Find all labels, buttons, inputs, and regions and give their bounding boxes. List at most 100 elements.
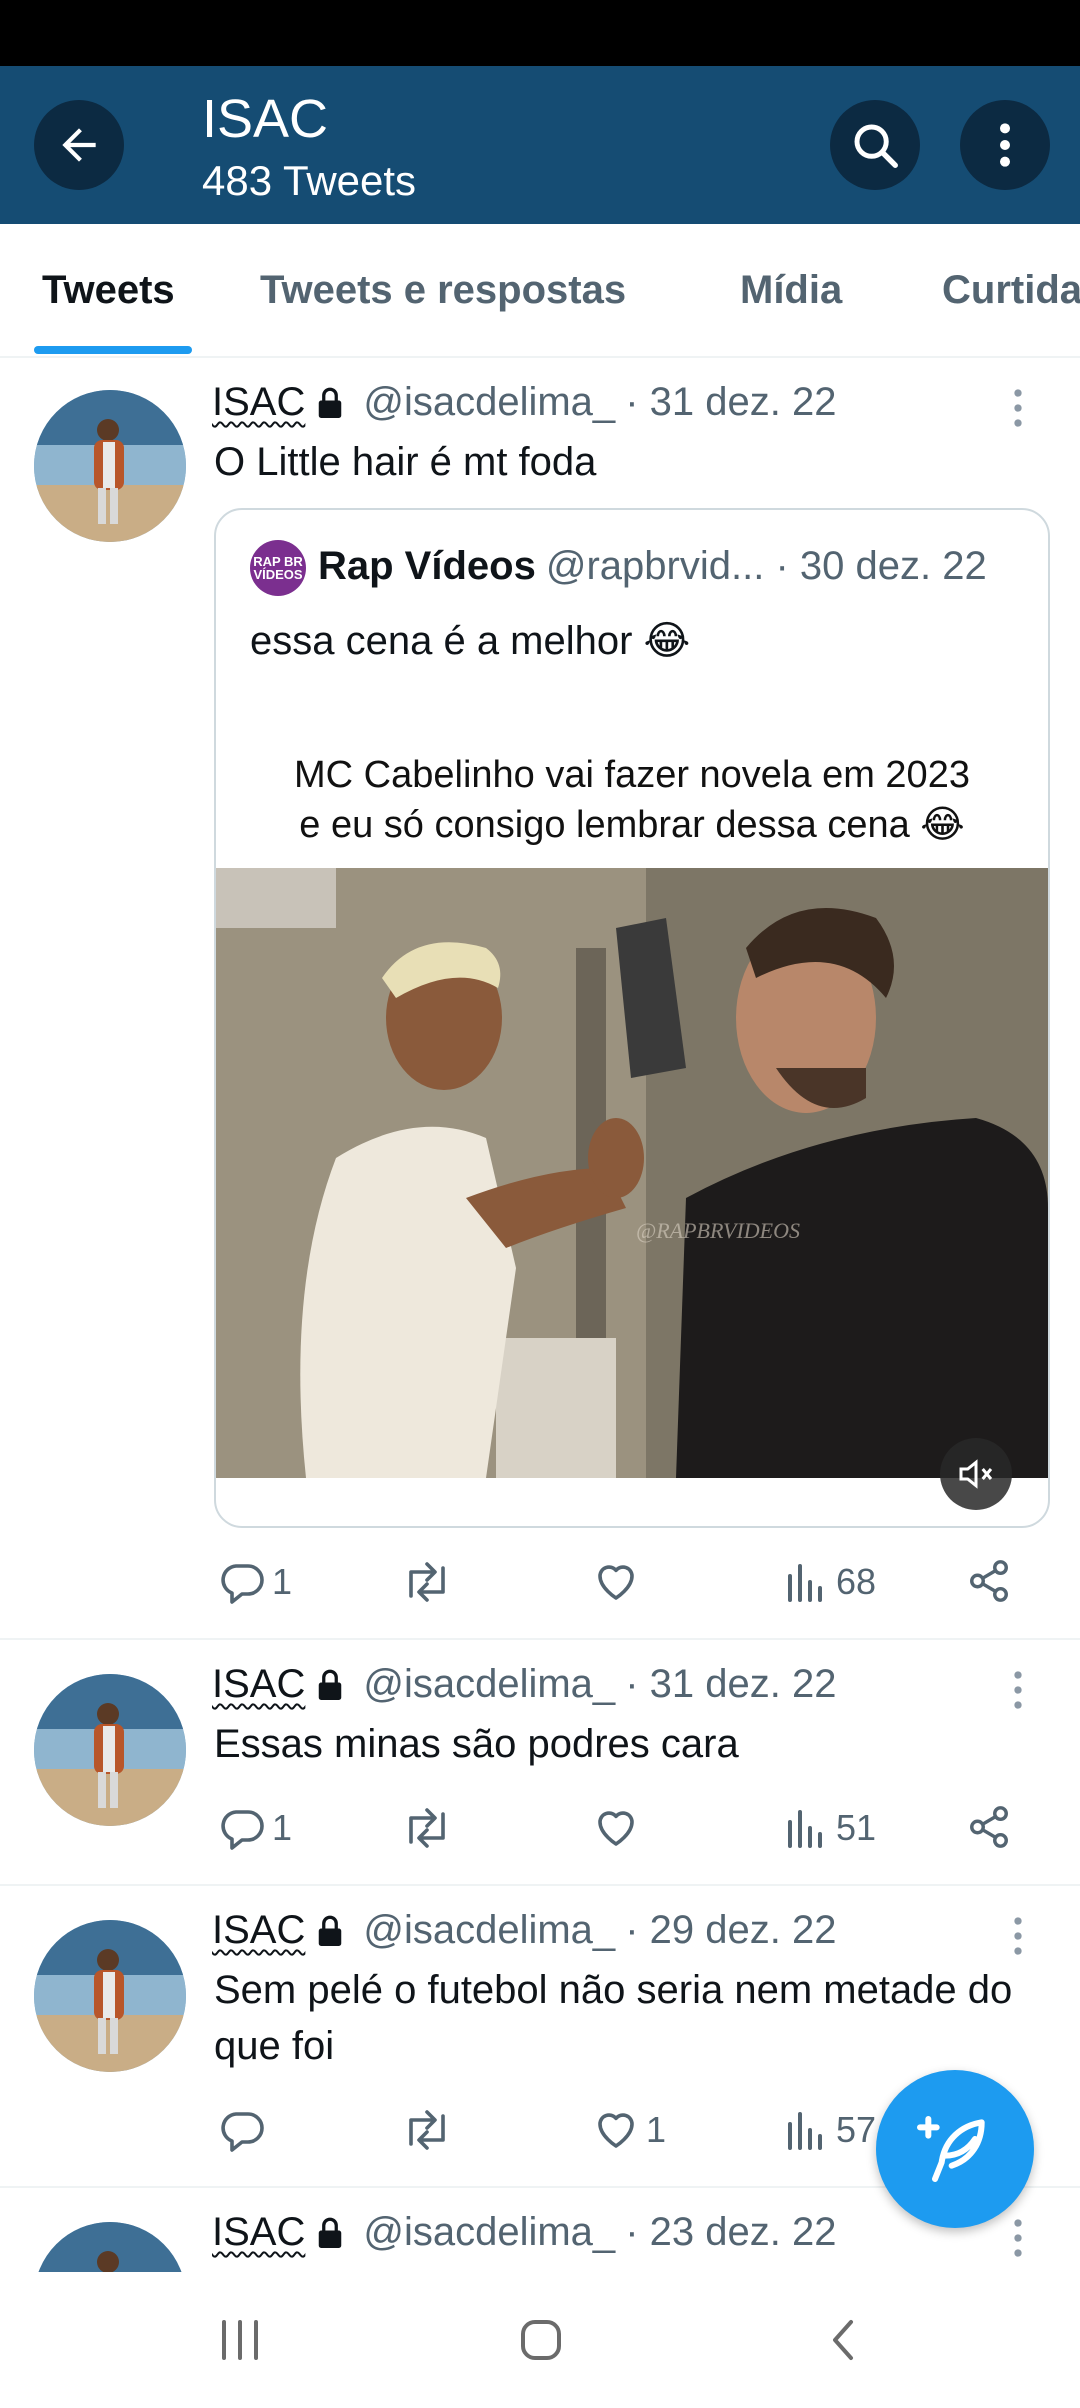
- home-icon: [521, 2320, 561, 2360]
- lock-icon: [319, 1669, 342, 1700]
- quoted-tweet[interactable]: RAP BR VÍDEOS Rap Vídeos @rapbrvid... · 3…: [214, 508, 1050, 1528]
- views-chart-icon: [788, 1810, 822, 1848]
- tweet-item[interactable]: ISAC @isacdelima_ · 31 dez. 22 Essas min…: [0, 1640, 1080, 1886]
- retweet-button[interactable]: [400, 1558, 460, 1606]
- profile-title: ISAC: [202, 89, 329, 149]
- profile-tabs: Tweets Tweets e respostas Mídia Curtidas: [0, 224, 1080, 358]
- quote-header: Rap Vídeos @rapbrvid... · 30 dez. 22: [318, 544, 987, 589]
- more-vertical-icon[interactable]: [1012, 2218, 1024, 2258]
- more-vertical-icon: [1000, 123, 1010, 167]
- tweet-text: O Little hair é mt foda: [214, 440, 597, 484]
- search-button[interactable]: [830, 100, 920, 190]
- reply-count: 1: [272, 1807, 293, 1848]
- retweet-button[interactable]: [400, 1804, 460, 1852]
- tab-likes[interactable]: Curtidas: [942, 268, 1080, 313]
- status-bar: [0, 0, 1080, 66]
- tweet-header: ISAC @isacdelima_ · 29 dez. 22: [212, 1908, 836, 1953]
- compose-tweet-button[interactable]: [876, 2070, 1034, 2228]
- lock-icon: [319, 1915, 342, 1946]
- tweet-header: ISAC @isacdelima_ · 31 dez. 22: [212, 1662, 836, 1707]
- share-icon: [970, 1806, 1008, 1848]
- share-icon: [970, 1560, 1008, 1602]
- quote-text: essa cena é a melhor 😂: [250, 619, 691, 663]
- tweet-actions: 1 51: [214, 1804, 1014, 1860]
- more-vertical-icon[interactable]: [1012, 388, 1024, 428]
- author-name[interactable]: ISAC: [212, 2210, 305, 2255]
- author-handle: @isacdelima_: [363, 1662, 616, 1706]
- system-back-button[interactable]: [808, 2310, 878, 2370]
- tweet-date: · 23 dez. 22: [625, 2210, 837, 2254]
- tweet-text: Essas minas são podres cara: [214, 1722, 739, 1766]
- view-count: 51: [836, 1807, 877, 1848]
- tweet-text: Sem pelé o futebol não seria nem metade …: [214, 1968, 1013, 2068]
- volume-muted-icon: [959, 1459, 993, 1489]
- views-button[interactable]: 51: [782, 1804, 876, 1852]
- video-frame: @RAPBRVIDEOS: [216, 868, 1048, 1478]
- active-tab-indicator: [34, 346, 192, 354]
- avatar[interactable]: [34, 1920, 186, 2072]
- view-count: 57: [836, 2109, 877, 2150]
- more-vertical-icon[interactable]: [1012, 1916, 1024, 1956]
- reply-button[interactable]: 1: [218, 1804, 292, 1852]
- search-icon: [854, 124, 898, 168]
- heart-icon: [598, 1565, 634, 1600]
- video-caption-line-2: e eu só consigo lembrar dessa cena 😂: [299, 804, 965, 846]
- profile-header: ISAC 483 Tweets: [0, 66, 1080, 224]
- tweet-date: · 31 dez. 22: [625, 1662, 837, 1706]
- retweet-icon: [409, 1562, 445, 1602]
- reply-button[interactable]: [218, 2106, 272, 2154]
- avatar[interactable]: [34, 1674, 186, 1826]
- share-button[interactable]: [966, 1804, 1012, 1850]
- tweet-date: · 31 dez. 22: [625, 380, 837, 424]
- back-button[interactable]: [34, 100, 124, 190]
- tab-tweets[interactable]: Tweets: [42, 268, 175, 313]
- avatar[interactable]: [34, 390, 186, 542]
- author-name[interactable]: ISAC: [212, 1662, 305, 1707]
- like-button[interactable]: [592, 1804, 646, 1852]
- compose-tweet-icon: [917, 2116, 985, 2182]
- retweet-button[interactable]: [400, 2106, 460, 2154]
- tweet-count: 483 Tweets: [202, 157, 417, 204]
- reply-icon: [221, 1564, 264, 1604]
- tweet-actions: 1 68: [214, 1558, 1014, 1614]
- arrow-left-icon: [62, 128, 96, 162]
- video-caption-line-1: MC Cabelinho vai fazer novela em 2023: [294, 754, 970, 796]
- author-name[interactable]: ISAC: [212, 1908, 305, 1953]
- tweet-date: · 29 dez. 22: [625, 1908, 837, 1952]
- tab-tweets-and-replies[interactable]: Tweets e respostas: [260, 268, 626, 313]
- tweet-item[interactable]: ISAC @isacdelima_ · 31 dez. 22 O Little …: [0, 358, 1080, 1640]
- like-button[interactable]: [592, 1558, 646, 1606]
- author-name[interactable]: ISAC: [212, 380, 305, 425]
- like-button[interactable]: 1: [592, 2106, 666, 2154]
- lock-icon: [319, 2217, 342, 2248]
- recent-apps-button[interactable]: [205, 2310, 275, 2370]
- share-button[interactable]: [966, 1558, 1012, 1604]
- views-button[interactable]: 57: [782, 2106, 876, 2154]
- view-count: 68: [836, 1561, 877, 1602]
- video-watermark: @RAPBRVIDEOS: [636, 1218, 800, 1243]
- views-chart-icon: [788, 2112, 822, 2150]
- more-options-button[interactable]: [960, 100, 1050, 190]
- reply-count: 1: [272, 1561, 293, 1602]
- more-vertical-icon[interactable]: [1012, 1670, 1024, 1710]
- reply-icon: [221, 2112, 264, 2152]
- tab-media[interactable]: Mídia: [740, 268, 842, 313]
- author-handle: @isacdelima_: [363, 1908, 616, 1952]
- views-chart-icon: [788, 1564, 822, 1602]
- quote-avatar: RAP BR VÍDEOS: [250, 540, 306, 596]
- quote-date: · 30 dez. 22: [775, 544, 987, 588]
- reply-icon: [221, 1810, 264, 1850]
- tweet-header: ISAC @isacdelima_ · 23 dez. 22: [212, 2210, 836, 2255]
- reply-button[interactable]: 1: [218, 1558, 292, 1606]
- author-handle: @isacdelima_: [363, 380, 616, 424]
- author-handle: @isacdelima_: [363, 2210, 616, 2254]
- home-button[interactable]: [506, 2310, 576, 2370]
- views-button[interactable]: 68: [782, 1558, 876, 1606]
- video-caption: MC Cabelinho vai fazer novela em 2023 e …: [216, 750, 1048, 850]
- like-count: 1: [646, 2109, 667, 2150]
- video-player[interactable]: @RAPBRVIDEOS: [216, 868, 1048, 1478]
- back-icon: [833, 2320, 853, 2360]
- avatar[interactable]: [34, 2222, 186, 2272]
- mute-button[interactable]: [940, 1438, 1012, 1510]
- retweet-icon: [409, 1808, 445, 1848]
